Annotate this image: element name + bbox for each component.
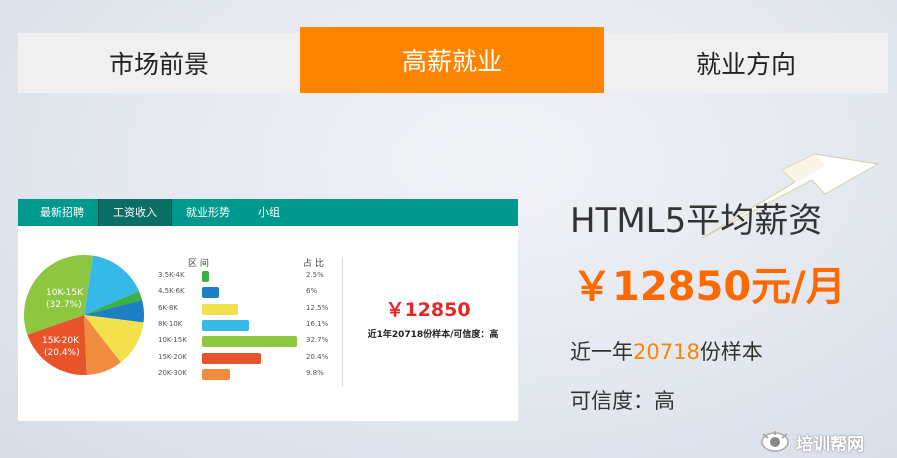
range-label: 10K-15K [158, 336, 187, 345]
range-label: 6K-8K [158, 303, 178, 312]
col-share-header: 占 比 [303, 259, 324, 269]
salary-range-row: 8K-10K 16.1% [18, 319, 348, 332]
page-headline: HTML5平均薪资 [570, 201, 823, 241]
salary-range-row: 6K-8K 12.5% [18, 303, 348, 316]
range-label: 4.5K-6K [158, 287, 185, 296]
range-bar [202, 271, 210, 282]
range-label: 3.5K-4K [158, 271, 185, 279]
salary-range-row: 3.5K-4K 2.5% [18, 271, 348, 283]
salary-range-row: 4.5K-6K 6% [18, 287, 348, 299]
card-tab-salary[interactable]: 工资收入 [98, 199, 172, 226]
salary-range-row: 15K-20K 20.4% [18, 352, 348, 365]
divider [342, 257, 343, 387]
range-bar [202, 352, 262, 364]
range-bar [202, 336, 297, 348]
salary-range-row: 20K-30K 9.8% [18, 368, 348, 381]
card-tab-latest-jobs[interactable]: 最新招聘 [26, 199, 98, 226]
range-pct: 32.7% [306, 336, 329, 345]
range-label: 20K-30K [158, 368, 187, 377]
sample-number: 20718 [633, 340, 700, 364]
range-bar [202, 368, 231, 380]
card-sample-note: 近1年20718份样本/可信度：高 [367, 330, 499, 340]
range-bar [202, 303, 239, 315]
salary-range-row: 10K-15K 32.7% [18, 336, 348, 348]
range-pct: 6% [306, 287, 318, 296]
range-bar [202, 319, 249, 331]
top-tab-bar: 市场前景 高薪就业 就业方向 [18, 27, 888, 93]
card-tab-bar: 最新招聘 工资收入 就业形势 小组 [18, 199, 518, 226]
card-tab-employment[interactable]: 就业形势 [172, 199, 244, 226]
sample-suffix: 份样本 [699, 340, 763, 364]
range-pct: 12.5% [306, 303, 329, 312]
range-pct: 2.5% [306, 271, 324, 279]
tab-high-salary[interactable]: 高薪就业 [300, 27, 604, 93]
salary-card: 最新招聘 工资收入 就业形势 小组 10K-15K (32.7%) 15K-20… [18, 199, 518, 421]
range-pct: 9.8% [306, 368, 324, 377]
credibility: 可信度：高 [570, 389, 675, 413]
sample-count: 近一年20718份样本 [570, 336, 763, 366]
tab-career-direction[interactable]: 就业方向 [604, 33, 888, 93]
range-bar [202, 287, 220, 299]
range-pct: 20.4% [306, 352, 329, 361]
sample-prefix: 近一年 [570, 340, 633, 364]
brand-eye-icon [761, 431, 789, 452]
brand-watermark: 培训帮网 [760, 426, 897, 458]
brand-name: 培训帮网 [796, 434, 864, 455]
range-label: 8K-10K [158, 319, 183, 328]
range-pct: 16.1% [306, 319, 329, 328]
tab-market-prospect[interactable]: 市场前景 [18, 33, 300, 93]
average-salary: ￥12850元/月 [572, 264, 846, 310]
col-range-header: 区 间 [188, 259, 209, 269]
range-label: 15K-20K [158, 352, 187, 361]
card-tab-group[interactable]: 小组 [244, 199, 294, 226]
card-salary-value: ￥12850 [385, 299, 471, 321]
